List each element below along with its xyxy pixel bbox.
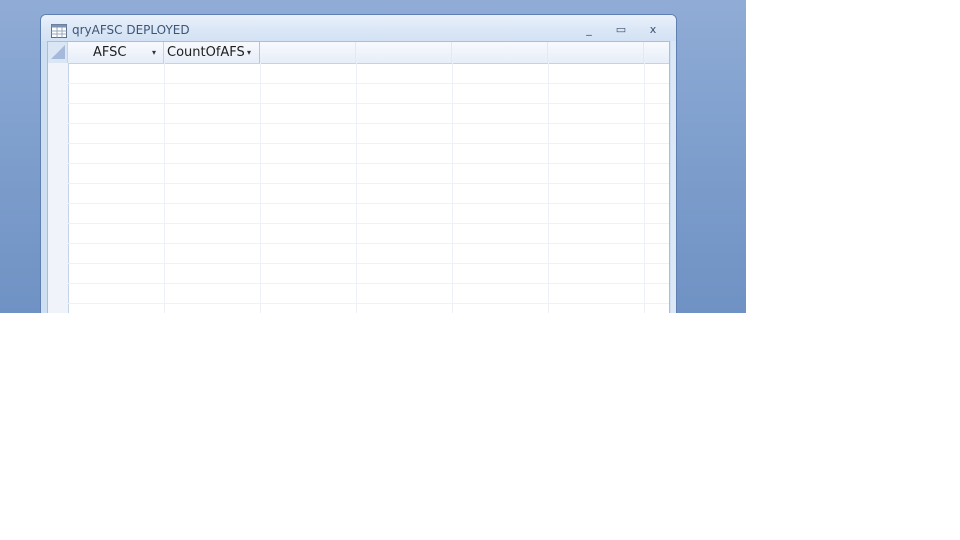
row-divider xyxy=(68,263,669,264)
query-window[interactable]: qryAFSC DEPLOYED _ ▭ x AFSC ▾ CountOfAFS… xyxy=(40,14,677,313)
column-divider xyxy=(164,63,165,313)
row-divider xyxy=(68,303,669,304)
desktop-background: qryAFSC DEPLOYED _ ▭ x AFSC ▾ CountOfAFS… xyxy=(0,0,746,313)
dropdown-arrow-icon[interactable]: ▾ xyxy=(247,42,251,63)
select-all-icon xyxy=(51,45,65,59)
vertical-scrollbar[interactable] xyxy=(671,41,676,313)
column-divider xyxy=(644,63,645,313)
column-divider xyxy=(452,63,453,313)
row-divider xyxy=(68,123,669,124)
column-header-label: AFSC xyxy=(93,45,127,60)
query-datasheet-icon xyxy=(51,24,67,38)
column-header-label: CountOfAFS xyxy=(167,45,245,60)
empty-column-header xyxy=(260,42,356,63)
column-divider xyxy=(260,63,261,313)
row-divider xyxy=(68,83,669,84)
column-divider xyxy=(548,63,549,313)
row-divider xyxy=(68,283,669,284)
select-all-button[interactable] xyxy=(48,42,68,63)
row-divider xyxy=(68,183,669,184)
title-bar[interactable]: qryAFSC DEPLOYED _ ▭ x xyxy=(41,15,676,41)
datasheet-grid[interactable]: AFSC ▾ CountOfAFS ▾ xyxy=(47,41,670,313)
row-divider xyxy=(68,243,669,244)
row-divider xyxy=(68,223,669,224)
row-divider xyxy=(68,143,669,144)
column-header-row: AFSC ▾ CountOfAFS ▾ xyxy=(48,42,669,64)
close-button[interactable]: x xyxy=(640,21,666,39)
empty-column-header xyxy=(548,42,644,63)
row-divider xyxy=(68,163,669,164)
row-divider xyxy=(68,103,669,104)
column-header-afsc[interactable]: AFSC ▾ xyxy=(68,42,164,63)
maximize-button[interactable]: ▭ xyxy=(608,21,634,39)
empty-column-header xyxy=(452,42,548,63)
row-divider xyxy=(68,203,669,204)
dropdown-arrow-icon[interactable]: ▾ xyxy=(152,42,156,63)
record-selector-column[interactable] xyxy=(48,63,69,313)
empty-column-header xyxy=(356,42,452,63)
column-header-countofafs[interactable]: CountOfAFS ▾ xyxy=(164,42,260,63)
column-divider xyxy=(356,63,357,313)
window-title: qryAFSC DEPLOYED xyxy=(72,23,190,37)
minimize-button[interactable]: _ xyxy=(576,21,602,39)
